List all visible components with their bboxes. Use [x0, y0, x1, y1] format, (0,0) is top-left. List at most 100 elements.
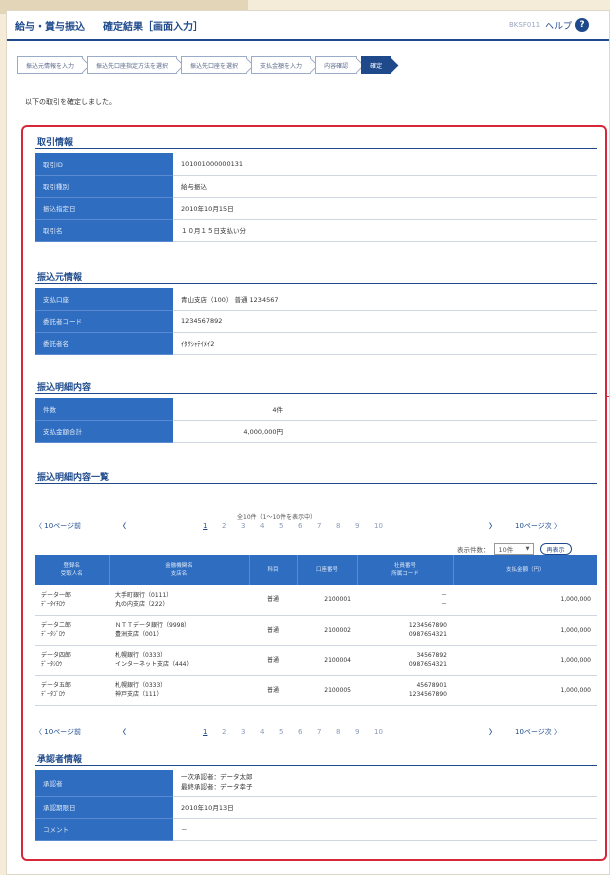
- section-divider: [35, 283, 597, 284]
- payment-amount: 1,000,000: [453, 645, 597, 676]
- screen-id: BKSF011: [509, 21, 541, 29]
- next-10-pages-button[interactable]: 10ページ次 〉: [515, 521, 561, 531]
- prev-page-icon[interactable]: 〈: [119, 521, 126, 531]
- page-link-5[interactable]: 5: [279, 522, 298, 530]
- page-link-5[interactable]: 5: [279, 728, 298, 736]
- row-label: コメント: [35, 818, 173, 841]
- table-row: データ一郎 ﾃﾞｰﾀｲﾁﾛｳ 大手町銀行（0111） 丸の内支店（222） 普通 2…: [35, 585, 597, 616]
- step-amount-input: 支払金額を入力: [251, 56, 312, 74]
- page-link-8[interactable]: 8: [336, 728, 355, 736]
- source-info-title: 振込元情報: [37, 273, 83, 283]
- account-type: 普通: [249, 645, 297, 676]
- payment-total: 4,000,000円: [173, 420, 293, 443]
- transfer-date: 2010年10月15日: [173, 197, 597, 220]
- item-count: 4件: [173, 398, 293, 421]
- row-label: 取引ID: [35, 153, 173, 176]
- prev-10-pages-button[interactable]: 〈 10ページ前: [35, 727, 81, 737]
- prev-10-label: 10ページ前: [44, 522, 82, 530]
- bank-branch: ＮＴＴデータ銀行（9998） 豊洲支店（001）: [109, 615, 249, 646]
- detail-list-table: 登録名 受取人名 金融機関名 支店名 科目 口座番号 社員番号 所属コード 支払金額（…: [35, 555, 597, 706]
- redisplay-button[interactable]: 再表示: [539, 543, 572, 555]
- page-numbers: 1 2 3 4 5 6 7 8 9 10: [203, 522, 393, 530]
- account-number: 2100005: [297, 675, 357, 706]
- step-complete: 確定: [361, 56, 392, 74]
- table-row: 承認期限日 2010年10月13日: [35, 796, 597, 819]
- help-link[interactable]: ヘルプ ?: [545, 18, 590, 32]
- row-label: 委託者名: [35, 332, 173, 355]
- help-label: ヘルプ: [545, 21, 573, 32]
- row-label: 支払金額合計: [35, 420, 173, 443]
- page-link-10[interactable]: 10: [374, 522, 393, 530]
- page-link-4[interactable]: 4: [260, 522, 279, 530]
- title-bar: 給与・賞与振込 確定結果［画面入力］ BKSF011 ヘルプ ?: [7, 11, 609, 41]
- prev-10-label: 10ページ前: [44, 728, 82, 736]
- step-method-select: 振込先口座指定方法を選択: [87, 56, 178, 74]
- table-row: データ二郎 ﾃﾞｰﾀｼﾞﾛｳ ＮＴＴデータ銀行（9998） 豊洲支店（001） 普通…: [35, 615, 597, 646]
- page-link-7[interactable]: 7: [317, 728, 336, 736]
- col-header-name: 登録名 受取人名: [35, 555, 110, 585]
- page-link-2[interactable]: 2: [222, 522, 241, 530]
- page-link-4[interactable]: 4: [260, 728, 279, 736]
- table-row: 支払口座 青山支店（100） 普通 1234567: [35, 288, 597, 311]
- table-header-row: 登録名 受取人名 金融機関名 支店名 科目 口座番号 社員番号 所属コード 支払金額（…: [35, 555, 597, 585]
- page-link-6[interactable]: 6: [298, 728, 317, 736]
- completion-message: 以下の取引を確定しました。: [25, 98, 116, 106]
- approval-deadline: 2010年10月13日: [173, 796, 597, 819]
- comment: －: [173, 818, 597, 841]
- row-label: 振込指定日: [35, 197, 173, 220]
- page-link-6[interactable]: 6: [298, 522, 317, 530]
- page-link-2[interactable]: 2: [222, 728, 241, 736]
- page-link-7[interactable]: 7: [317, 522, 336, 530]
- col-header-bank: 金融機関名 支店名: [109, 555, 250, 585]
- payee-name: データ五郎 ﾃﾞｰﾀｺﾞﾛｳ: [35, 675, 109, 706]
- bank-branch: 大手町銀行（0111） 丸の内支店（222）: [109, 585, 249, 616]
- row-label: 件数: [35, 398, 173, 421]
- next-10-pages-button[interactable]: 10ページ次 〉: [515, 727, 561, 737]
- row-label: 支払口座: [35, 288, 173, 311]
- section-divider: [35, 148, 597, 149]
- page-link-3[interactable]: 3: [241, 522, 260, 530]
- next-10-label: 10ページ次: [515, 728, 552, 736]
- next-page-icon[interactable]: 〉: [489, 521, 496, 531]
- help-icon[interactable]: ?: [575, 18, 590, 32]
- page-link-10[interactable]: 10: [374, 728, 393, 736]
- prev-page-icon[interactable]: 〈: [119, 727, 126, 737]
- page-numbers: 1 2 3 4 5 6 7 8 9 10: [203, 728, 393, 736]
- page-link-3[interactable]: 3: [241, 728, 260, 736]
- transaction-info-title: 取引情報: [37, 138, 74, 148]
- col-header-employee: 社員番号 所属コード: [357, 555, 454, 585]
- page-link-1[interactable]: 1: [203, 522, 222, 530]
- table-row: 支払金額合計 4,000,000円: [35, 420, 597, 443]
- row-label: 取引種別: [35, 175, 173, 198]
- account-number: 2100002: [297, 615, 357, 646]
- table-row: 承認者 一次承認者：データ太郎 最終承認者：データ幸子: [35, 770, 597, 797]
- approver-info-title: 承認者情報: [37, 755, 83, 765]
- account-type: 普通: [249, 675, 297, 706]
- table-row: 振込指定日 2010年10月15日: [35, 197, 597, 220]
- transaction-info-table: 取引ID 101001000000131 取引種別 給与振込 振込指定日 2010年1…: [35, 153, 597, 242]
- employee-code: －－: [357, 585, 453, 616]
- prev-10-pages-button[interactable]: 〈 10ページ前: [35, 521, 81, 531]
- page-link-8[interactable]: 8: [336, 522, 355, 530]
- account-number: 2100001: [297, 585, 357, 616]
- step-account-select: 振込先口座を選択: [181, 56, 248, 74]
- page-link-9[interactable]: 9: [355, 522, 374, 530]
- page-link-9[interactable]: 9: [355, 728, 374, 736]
- source-info-table: 支払口座 青山支店（100） 普通 1234567 委託者コード 123456789…: [35, 288, 597, 355]
- bank-branch: 札幌銀行（0333） 神戸支店（111）: [109, 675, 249, 706]
- account-type: 普通: [249, 615, 297, 646]
- step-source-info: 振込元情報を入力: [17, 56, 84, 74]
- next-page-icon[interactable]: 〉: [489, 727, 496, 737]
- table-row: 取引ID 101001000000131: [35, 153, 597, 176]
- account-number: 2100004: [297, 645, 357, 676]
- employee-code: 1234567890 0987654321: [357, 615, 453, 646]
- display-count-select[interactable]: 10件: [493, 543, 534, 555]
- next-10-label: 10ページ次: [515, 522, 552, 530]
- payment-amount: 1,000,000: [453, 615, 597, 646]
- payee-name: データ一郎 ﾃﾞｰﾀｲﾁﾛｳ: [35, 585, 109, 616]
- page-link-1[interactable]: 1: [203, 728, 222, 736]
- approvers: 一次承認者：データ太郎 最終承認者：データ幸子: [173, 770, 597, 797]
- employee-code: 34567892 0987654321: [357, 645, 453, 676]
- display-count-label: 表示件数：: [457, 546, 490, 554]
- transaction-type: 給与振込: [173, 175, 597, 198]
